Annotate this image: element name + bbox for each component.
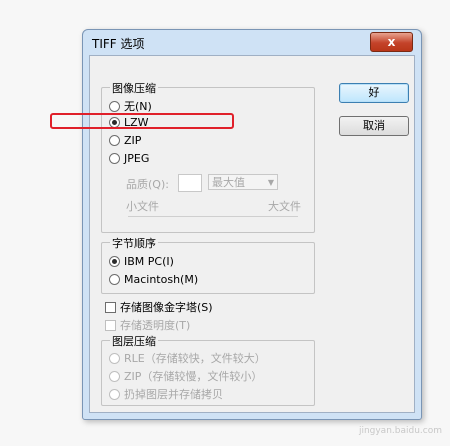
radio-discard-icon (109, 388, 120, 400)
close-button[interactable]: x (370, 32, 413, 52)
byte-order-mac-radio[interactable]: Macintosh(M) (109, 273, 198, 286)
compression-jpeg-radio[interactable]: JPEG (109, 152, 149, 165)
compression-zip-label: ZIP (124, 134, 142, 147)
dialog-title: TIFF 选项 (92, 37, 145, 51)
compression-none-label: 无(N) (124, 100, 152, 113)
dialog-content: 图像压缩 无(N) LZW ZIP JPEG 品质(Q): 最大值 ▼ 小文件 … (89, 55, 415, 413)
radio-rle-icon (109, 352, 120, 364)
layer-discard-label: 扔掉图层并存储拷贝 (124, 388, 223, 401)
checkbox-icon (105, 301, 116, 313)
quality-select-value: 最大值 (212, 176, 245, 189)
title-bar[interactable]: TIFF 选项 x (83, 30, 421, 54)
tiff-options-dialog: TIFF 选项 x 图像压缩 无(N) LZW ZIP JPEG 品质(Q): (82, 29, 422, 420)
image-compression-group: 图像压缩 无(N) LZW ZIP JPEG 品质(Q): 最大值 ▼ 小文件 … (101, 80, 315, 233)
byte-order-group: 字节顺序 IBM PC(I) Macintosh(M) (101, 235, 315, 294)
ok-button[interactable]: 好 (339, 83, 409, 103)
layer-zip-radio[interactable]: ZIP（存储较慢，文件较小） (109, 368, 262, 384)
radio-layer-zip-icon (109, 370, 120, 382)
layer-compression-group: 图层压缩 RLE（存储较快，文件较大） ZIP（存储较慢，文件较小） 扔掉图层并… (101, 333, 315, 406)
radio-selected-icon (109, 256, 120, 267)
layer-compression-legend: 图层压缩 (110, 333, 158, 349)
slider-min-label: 小文件 (126, 200, 159, 213)
byte-order-ibm-radio[interactable]: IBM PC(I) (109, 255, 174, 268)
compression-none-radio[interactable]: 无(N) (109, 98, 152, 114)
byte-order-ibm-label: IBM PC(I) (124, 255, 174, 268)
radio-zip-icon (109, 135, 120, 146)
layer-discard-radio[interactable]: 扔掉图层并存储拷贝 (109, 386, 223, 402)
compression-jpeg-label: JPEG (124, 152, 150, 165)
watermark: jingyan.baidu.com (358, 426, 442, 436)
save-pyramid-label: 存储图像金字塔(S) (120, 301, 213, 314)
radio-mac-icon (109, 274, 120, 285)
quality-slider[interactable] (128, 216, 298, 217)
quality-label: 品质(Q): (126, 178, 169, 191)
radio-jpeg-icon (109, 153, 120, 164)
slider-max-label: 大文件 (268, 200, 301, 213)
save-transparency-label: 存储透明度(T) (120, 319, 191, 332)
lzw-highlight-annotation (50, 113, 234, 129)
radio-none-icon (109, 100, 120, 112)
cancel-button[interactable]: 取消 (339, 116, 409, 136)
layer-rle-label: RLE（存储较快，文件较大） (124, 352, 266, 365)
byte-order-legend: 字节顺序 (110, 235, 158, 251)
save-pyramid-checkbox[interactable]: 存储图像金字塔(S) (105, 299, 213, 315)
chevron-down-icon: ▼ (267, 178, 274, 187)
compression-zip-radio[interactable]: ZIP (109, 134, 141, 147)
image-compression-legend: 图像压缩 (110, 80, 158, 96)
byte-order-mac-label: Macintosh(M) (124, 273, 199, 286)
checkbox-icon (105, 319, 116, 331)
layer-zip-label: ZIP（存储较慢，文件较小） (124, 370, 263, 383)
quality-select[interactable]: 最大值 ▼ (208, 174, 278, 190)
layer-rle-radio[interactable]: RLE（存储较快，文件较大） (109, 350, 266, 366)
quality-input[interactable] (178, 174, 202, 192)
save-transparency-checkbox[interactable]: 存储透明度(T) (105, 317, 190, 333)
